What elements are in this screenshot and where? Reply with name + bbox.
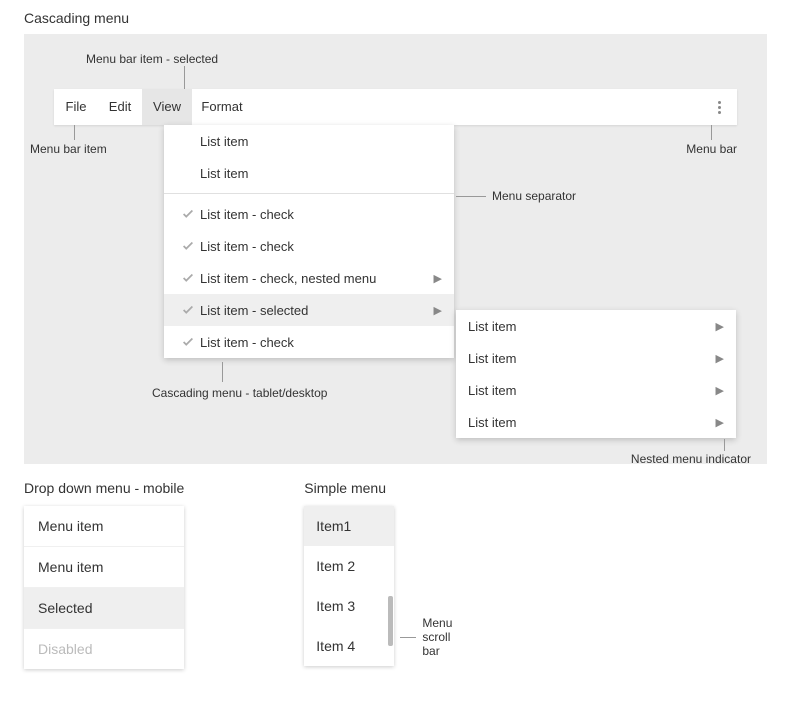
simple-menu-item[interactable]: Item 4 [304,626,394,666]
menubar-item-view[interactable]: View [142,89,192,125]
menu-item[interactable]: List item - check [164,230,454,262]
line [711,125,712,140]
line [400,637,416,638]
label-menu-separator: Menu separator [492,189,576,203]
line [74,125,75,140]
menu-item-text: List item [468,415,716,430]
menu-item[interactable]: List item [164,157,454,189]
chevron-right-icon: ▶ [716,416,724,429]
menu-item-text: List item [200,166,442,181]
menu-item[interactable]: List item - check [164,326,454,358]
line [184,66,185,89]
line [222,362,223,382]
menu-item-text: List item [200,134,442,149]
chevron-right-icon: ▶ [716,320,724,333]
nested-menu: List item▶ List item▶ List item▶ List it… [456,310,736,438]
line [724,439,725,451]
label-menubar-item: Menu bar item [30,142,107,156]
check-icon [176,335,200,349]
cascading-area: Menu bar item - selected File Edit View … [24,34,767,464]
chevron-right-icon: ▶ [716,384,724,397]
dropdown-mobile-example: Drop down menu - mobile Menu item Menu i… [24,480,184,669]
menubar-item-edit[interactable]: Edit [98,89,142,125]
menu-item-text: List item - check, nested menu [200,271,434,286]
chevron-right-icon: ▶ [716,352,724,365]
menu-item-text: List item - check [200,207,442,222]
menu-item[interactable]: List item [164,125,454,157]
menu-item-text: List item - check [200,335,442,350]
menu-item[interactable]: List item▶ [456,406,736,438]
simple-menu-example: Simple menu Item1 Item 2 Item 3 Item 4 M… [304,480,394,669]
menu-item-text: List item [468,319,716,334]
simple-menu-item[interactable]: Item 2 [304,546,394,586]
simple-menu-item-selected[interactable]: Item1 [304,506,394,546]
label-menu-scrollbar-row: Menu scroll bar [400,616,466,658]
menubar: File Edit View Format [54,89,737,125]
more-vert-icon[interactable] [701,89,737,125]
check-icon [176,271,200,285]
mobile-menu-item-selected[interactable]: Selected [24,588,184,629]
mobile-menu-item-disabled: Disabled [24,629,184,669]
menu-item[interactable]: List item - check, nested menu▶ [164,262,454,294]
label-menubar-item-selected: Menu bar item - selected [86,52,218,66]
mobile-menu-item[interactable]: Menu item [24,547,184,588]
menu-item-selected[interactable]: List item - selected▶ [164,294,454,326]
check-icon [176,207,200,221]
label-nested-indicator: Nested menu indicator [631,452,751,466]
menubar-spacer [252,89,701,125]
menu-item[interactable]: List item▶ [456,342,736,374]
menubar-item-format[interactable]: Format [192,89,252,125]
menu-item-text: List item - selected [200,303,434,318]
section-title-simple: Simple menu [304,480,394,496]
scrollbar[interactable] [388,596,393,646]
label-menubar: Menu bar [686,142,737,156]
menu-item-text: List item - check [200,239,442,254]
label-menu-scrollbar: Menu scroll bar [422,616,466,658]
menubar-item-file[interactable]: File [54,89,98,125]
simple-menu-item[interactable]: Item 3 [304,586,394,626]
section-title-dropdown-mobile: Drop down menu - mobile [24,480,184,496]
mobile-menu-item[interactable]: Menu item [24,506,184,547]
menu-item-text: List item [468,351,716,366]
mobile-menu: Menu item Menu item Selected Disabled [24,506,184,669]
menu-item[interactable]: List item - check [164,198,454,230]
label-cascading-desc: Cascading menu - tablet/desktop [152,386,327,400]
menu-item-text: List item [468,383,716,398]
simple-menu: Item1 Item 2 Item 3 Item 4 [304,506,394,666]
chevron-right-icon: ▶ [434,272,442,285]
line [456,196,486,197]
menu-item[interactable]: List item▶ [456,374,736,406]
check-icon [176,303,200,317]
check-icon [176,239,200,253]
menu-separator [164,193,454,194]
section-title-cascading: Cascading menu [24,10,791,26]
menu-item[interactable]: List item▶ [456,310,736,342]
chevron-right-icon: ▶ [434,304,442,317]
dropdown-menu: List item List item List item - check Li… [164,125,454,358]
